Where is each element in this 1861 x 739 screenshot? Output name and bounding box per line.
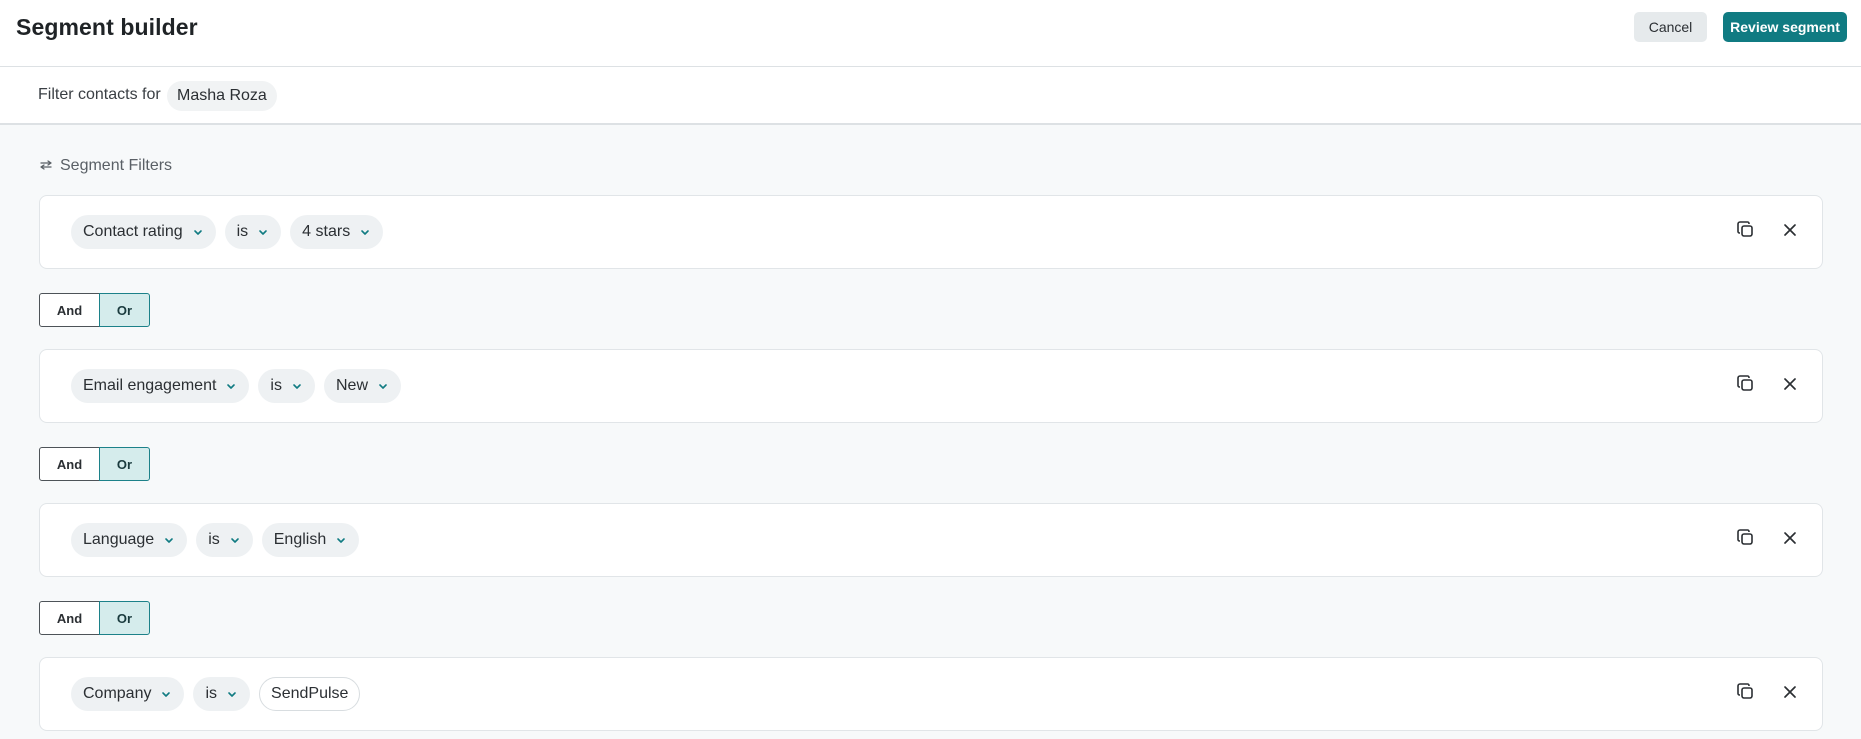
chevron-down-icon <box>226 383 236 390</box>
logic-toggle: And Or <box>39 601 150 635</box>
operator-label: is <box>208 531 220 548</box>
field-label: Language <box>83 531 155 548</box>
filter-row: Language is English <box>39 503 1823 577</box>
field-dropdown[interactable]: Language <box>71 523 188 557</box>
chevron-down-icon <box>292 383 302 390</box>
close-icon[interactable] <box>1782 684 1798 700</box>
chevron-down-icon <box>227 691 237 698</box>
chevron-down-icon <box>360 229 370 236</box>
value-label: 4 stars <box>302 223 351 240</box>
value-dropdown[interactable]: New <box>323 369 401 403</box>
value-dropdown[interactable]: 4 stars <box>290 215 384 249</box>
segment-filters-heading: Segment Filters <box>40 156 172 176</box>
operator-dropdown[interactable]: is <box>224 215 282 249</box>
value-label: New <box>335 377 368 394</box>
cancel-button[interactable]: Cancel <box>1634 12 1707 42</box>
value-text: SendPulse <box>271 685 349 702</box>
operator-label: is <box>205 685 218 702</box>
sliders-icon <box>40 157 52 175</box>
operator-dropdown[interactable]: is <box>258 369 315 403</box>
field-label: Email engagement <box>83 377 217 394</box>
close-icon[interactable] <box>1782 376 1798 392</box>
field-label: Contact rating <box>83 223 183 240</box>
or-button[interactable]: Or <box>99 447 150 481</box>
chevron-down-icon <box>193 229 203 236</box>
and-button[interactable]: And <box>39 293 100 327</box>
close-icon[interactable] <box>1782 222 1798 238</box>
section-title: Segment Filters <box>60 157 173 174</box>
or-button[interactable]: Or <box>99 601 150 635</box>
context-label: Filter contacts for <box>38 86 161 103</box>
field-dropdown[interactable]: Company <box>71 677 185 711</box>
value-label: English <box>273 531 327 548</box>
contact-chip[interactable]: Masha Roza <box>167 81 277 111</box>
operator-label: is <box>236 223 249 240</box>
copy-icon[interactable] <box>1737 221 1754 238</box>
top-bar: Segment builder Cancel Review segment <box>0 0 1861 67</box>
logic-toggle: And Or <box>39 447 150 481</box>
operator-dropdown[interactable]: is <box>196 523 253 557</box>
and-button[interactable]: And <box>39 601 100 635</box>
context-bar: Filter contacts for Masha Roza <box>0 67 1861 125</box>
copy-icon[interactable] <box>1737 683 1754 700</box>
filter-row: Email engagement is New <box>39 349 1823 423</box>
operator-dropdown[interactable]: is <box>193 677 251 711</box>
or-button[interactable]: Or <box>99 293 150 327</box>
and-button[interactable]: And <box>39 447 100 481</box>
chevron-down-icon <box>258 229 268 236</box>
value-dropdown[interactable]: English <box>261 523 360 557</box>
copy-icon[interactable] <box>1737 375 1754 392</box>
chevron-down-icon <box>161 691 171 698</box>
review-segment-button[interactable]: Review segment <box>1723 12 1847 42</box>
field-dropdown[interactable]: Contact rating <box>71 215 216 249</box>
value-input[interactable]: SendPulse <box>259 677 361 711</box>
chevron-down-icon <box>164 537 174 544</box>
chevron-down-icon <box>230 537 240 544</box>
copy-icon[interactable] <box>1737 529 1754 546</box>
logic-toggle: And Or <box>39 293 150 327</box>
operator-label: is <box>270 377 282 394</box>
filter-row: Company is SendPulse <box>39 657 1823 731</box>
close-icon[interactable] <box>1782 530 1798 546</box>
page-title: Segment builder <box>16 14 198 40</box>
chevron-down-icon <box>336 537 346 544</box>
field-dropdown[interactable]: Email engagement <box>71 369 250 403</box>
chevron-down-icon <box>378 383 388 390</box>
filter-row: Contact rating is 4 stars <box>39 195 1823 269</box>
field-label: Company <box>83 685 152 702</box>
